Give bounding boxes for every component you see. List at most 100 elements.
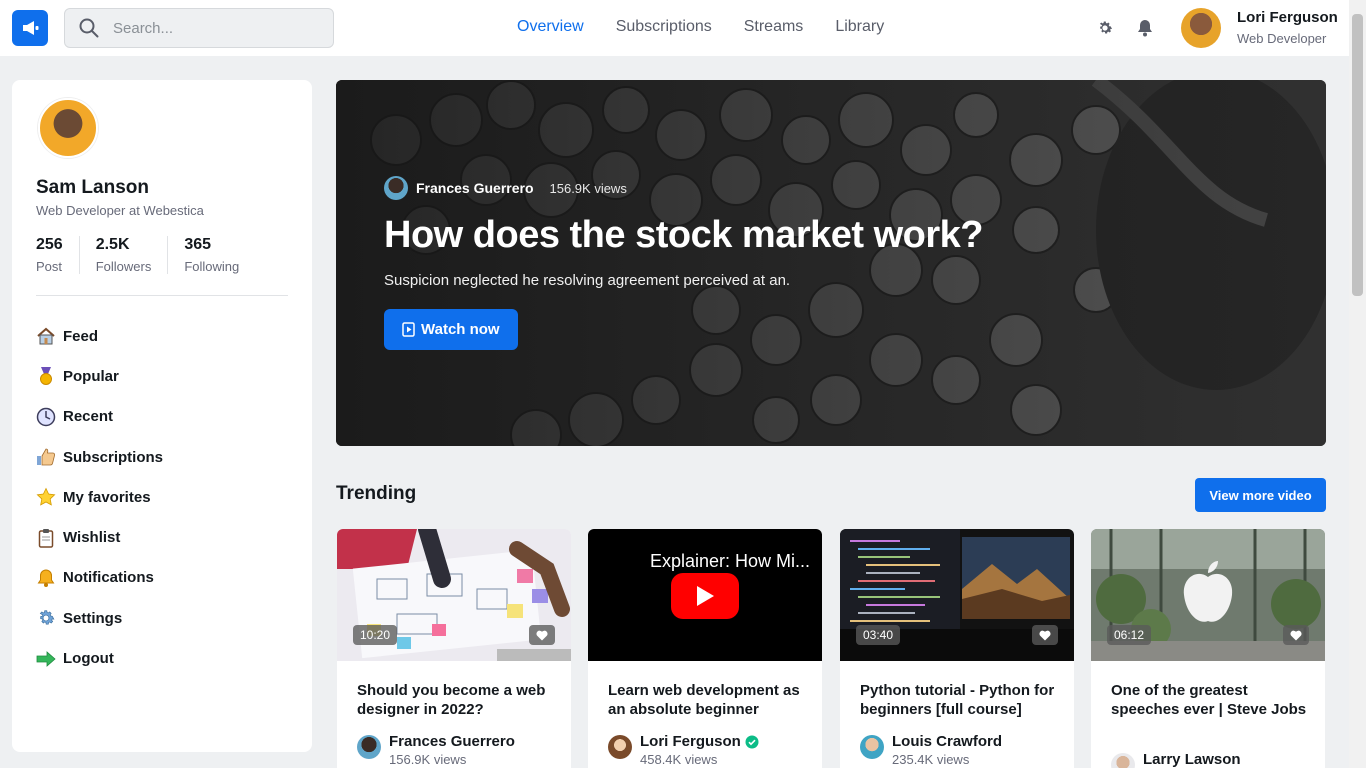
video-thumbnail[interactable]: 06:12 — [1091, 529, 1325, 661]
view-count: 458.4K views — [640, 752, 718, 767]
video-title[interactable]: Python tutorial - Python for beginners [… — [860, 681, 1060, 719]
nav-library[interactable]: Library — [835, 18, 884, 36]
video-title[interactable]: Should you become a web designer in 2022… — [357, 681, 557, 719]
author-avatar[interactable] — [357, 735, 381, 759]
profile-name: Sam Lanson — [36, 177, 149, 198]
author-name[interactable]: Louis Crawford — [892, 733, 1002, 750]
trending-heading: Trending — [336, 483, 417, 504]
nav-overview[interactable]: Overview — [517, 18, 584, 36]
sidebar-item-label: Popular — [63, 367, 119, 385]
user-role: Web Developer — [1237, 31, 1327, 46]
sidebar-item-label: Subscriptions — [63, 448, 164, 466]
megaphone-icon — [23, 21, 39, 35]
clipboard-icon — [36, 528, 56, 548]
sidebar-item-label: My favorites — [63, 488, 151, 506]
stat-label: Post — [36, 259, 63, 274]
search-icon — [71, 17, 107, 39]
sidebar-item-label: Recent — [63, 408, 114, 426]
main-nav: Overview Subscriptions Streams Library — [517, 18, 884, 36]
sidebar-item-settings[interactable]: Settings — [36, 598, 163, 638]
stat-label: Followers — [95, 259, 152, 274]
stat-number: 256 — [36, 236, 63, 253]
video-card[interactable]: Explainer: How Mi... Learn web developme… — [588, 529, 822, 768]
author-name[interactable]: Lori Ferguson — [640, 733, 759, 750]
search-input[interactable] — [113, 19, 313, 37]
sidebar-item-popular[interactable]: Popular — [36, 356, 163, 396]
sidebar-item-label: Wishlist — [63, 529, 121, 547]
banner-overlay — [336, 80, 1326, 446]
author-name-text: Lori Ferguson — [640, 733, 741, 750]
sidebar-item-subscriptions[interactable]: Subscriptions — [36, 437, 163, 477]
view-count: 235.4K views — [892, 752, 970, 767]
stat-following: 365 Following — [184, 236, 255, 274]
home-icon — [36, 326, 56, 346]
video-card[interactable]: 10:20 Should you become a web designer i… — [337, 529, 571, 768]
stat-followers: 2.5K Followers — [96, 236, 169, 274]
sidebar-item-label: Feed — [63, 327, 99, 345]
author-name[interactable]: Larry Lawson — [1143, 751, 1241, 768]
page-scrollbar[interactable] — [1349, 0, 1366, 768]
author-avatar[interactable] — [860, 735, 884, 759]
sidebar-item-wishlist[interactable]: Wishlist — [36, 517, 163, 557]
heart-icon[interactable] — [1032, 625, 1058, 645]
sidebar-item-feed[interactable]: Feed — [36, 316, 163, 356]
view-count: 156.9K views — [549, 180, 627, 196]
banner-author: Frances Guerrero 156.9K views — [384, 176, 627, 200]
watch-now-label: Watch now — [421, 321, 500, 338]
video-card[interactable]: 06:12 One of the greatest speeches ever … — [1091, 529, 1325, 768]
bell-icon — [36, 568, 56, 588]
author-name[interactable]: Frances Guerrero — [416, 180, 534, 196]
profile-sidebar: Sam Lanson Web Developer at Webestica 25… — [12, 80, 312, 752]
search-box[interactable] — [64, 8, 334, 48]
sidebar-item-label: Settings — [63, 609, 123, 627]
sidebar-menu: Feed Popular Recent Subscriptions My fav… — [36, 316, 163, 679]
sidebar-item-logout[interactable]: Logout — [36, 638, 163, 678]
app-logo[interactable] — [12, 10, 48, 46]
video-author: Larry Lawson — [1111, 751, 1241, 768]
video-thumbnail[interactable]: 10:20 — [337, 529, 571, 661]
heart-icon[interactable] — [1283, 625, 1309, 645]
youtube-play-icon[interactable] — [671, 573, 739, 619]
sidebar-item-label: Notifications — [63, 569, 154, 587]
sidebar-item-recent[interactable]: Recent — [36, 397, 163, 437]
stat-posts: 256 Post — [36, 236, 80, 274]
video-author: Frances Guerrero 156.9K views — [357, 733, 515, 767]
medal-icon — [36, 366, 56, 386]
video-author: Lori Ferguson 458.4K views — [608, 733, 759, 767]
gear-icon[interactable] — [1095, 18, 1115, 38]
video-duration: 10:20 — [353, 625, 398, 645]
author-name[interactable]: Frances Guerrero — [389, 733, 515, 750]
featured-video-banner[interactable]: Frances Guerrero 156.9K views How does t… — [336, 80, 1326, 446]
video-duration: 03:40 — [856, 625, 901, 645]
video-title[interactable]: One of the greatest speeches ever | Stev… — [1111, 681, 1311, 719]
gear-icon — [36, 608, 56, 628]
video-card[interactable]: 03:40 Python tutorial - Python for begin… — [840, 529, 1074, 768]
video-title[interactable]: Learn web development as an absolute beg… — [608, 681, 808, 719]
video-author: Louis Crawford 235.4K views — [860, 733, 1002, 767]
profile-avatar[interactable] — [38, 98, 98, 158]
view-more-video-button[interactable]: View more video — [1195, 478, 1326, 512]
verified-badge-icon — [745, 735, 759, 748]
video-embed[interactable]: Explainer: How Mi... — [588, 529, 822, 661]
stat-label: Following — [184, 259, 240, 274]
heart-icon[interactable] — [529, 625, 555, 645]
nav-subscriptions[interactable]: Subscriptions — [616, 18, 712, 36]
clock-icon — [36, 407, 56, 427]
user-name: Lori Ferguson — [1237, 9, 1338, 26]
nav-streams[interactable]: Streams — [744, 18, 804, 36]
watch-now-button[interactable]: Watch now — [384, 309, 518, 350]
author-avatar[interactable] — [1111, 753, 1135, 768]
bell-icon[interactable] — [1135, 18, 1155, 38]
user-avatar[interactable] — [1181, 8, 1221, 48]
profile-stats: 256 Post 2.5K Followers 365 Following — [36, 236, 271, 274]
sidebar-item-label: Logout — [63, 650, 114, 668]
sidebar-item-notifications[interactable]: Notifications — [36, 558, 163, 598]
sidebar-item-favorites[interactable]: My favorites — [36, 477, 163, 517]
top-navbar: Overview Subscriptions Streams Library L… — [0, 0, 1366, 56]
video-thumbnail[interactable]: 03:40 — [840, 529, 1074, 661]
embedded-video-title[interactable]: Explainer: How Mi... — [650, 551, 810, 572]
author-avatar[interactable] — [384, 176, 408, 200]
scrollbar-thumb[interactable] — [1352, 14, 1363, 296]
stat-number: 2.5K — [95, 236, 130, 253]
author-avatar[interactable] — [608, 735, 632, 759]
